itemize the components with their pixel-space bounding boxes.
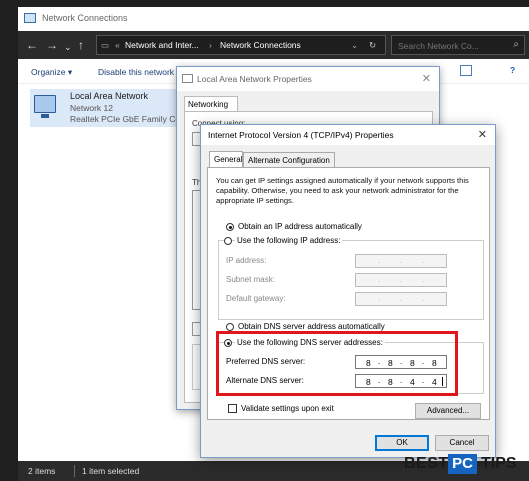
cancel-button[interactable]: Cancel: [435, 435, 489, 451]
dialog-title: Internet Protocol Version 4 (TCP/IPv4) P…: [208, 130, 394, 140]
help-icon[interactable]: ?: [510, 65, 515, 75]
tab-networking[interactable]: Networking: [184, 96, 238, 112]
network-adapter-icon: [34, 95, 56, 118]
forward-arrow-icon[interactable]: →: [46, 39, 58, 51]
obtain-dns-label[interactable]: Obtain DNS server address automatically: [238, 322, 385, 331]
window-titlebar: Network Connections: [18, 7, 529, 31]
watermark-tips: TIPS: [481, 455, 517, 472]
item-count: 2 items: [28, 466, 56, 476]
status-divider: [74, 465, 75, 477]
network-adapter-icon: [182, 74, 193, 83]
watermark-best: BEST: [404, 455, 449, 472]
default-gateway-label: Default gateway:: [226, 294, 286, 303]
organize-menu[interactable]: Organize ▾: [31, 67, 72, 78]
view-options-icon[interactable]: [460, 65, 472, 76]
dialog-titlebar: Internet Protocol Version 4 (TCP/IPv4) P…: [201, 125, 495, 145]
address-bar-row: ← → ⌄ ↑ ▭ « Network and Inter... › Netwo…: [18, 31, 529, 59]
dns-highlight-box: [216, 331, 458, 396]
close-icon[interactable]: ✕: [478, 128, 487, 141]
watermark-pc: PC: [448, 454, 477, 474]
subnet-mask-field: ...: [355, 273, 447, 287]
tab-alternate-configuration[interactable]: Alternate Configuration: [243, 152, 335, 168]
ip-address-field: ...: [355, 254, 447, 268]
address-box[interactable]: ▭ « Network and Inter... › Network Conne…: [96, 35, 386, 55]
ok-button[interactable]: OK: [375, 435, 429, 451]
search-box[interactable]: ⌕: [391, 35, 525, 55]
search-input[interactable]: [396, 39, 506, 52]
network-folder-icon: ▭: [101, 40, 110, 50]
subnet-mask-label: Subnet mask:: [226, 275, 275, 284]
chevron-down-icon[interactable]: ⌄: [351, 40, 358, 51]
connection-adapter: Realtek PCIe GbE Family Co: [70, 114, 181, 124]
close-icon[interactable]: ✕: [422, 72, 431, 85]
selected-count: 1 item selected: [82, 466, 140, 476]
validate-checkbox[interactable]: [228, 404, 237, 413]
tab-general[interactable]: General: [209, 151, 243, 168]
dialog-title: Local Area Network Properties: [197, 74, 312, 84]
network-folder-icon: [24, 13, 36, 23]
use-ip-label[interactable]: Use the following IP address:: [235, 236, 343, 245]
use-ip-radio[interactable]: [224, 237, 232, 245]
chevron-right-icon: ›: [209, 40, 212, 50]
chevron-down-icon[interactable]: ⌄: [64, 41, 72, 53]
back-arrow-icon[interactable]: ←: [26, 39, 38, 51]
connection-name: Local Area Network: [70, 91, 149, 101]
list-item[interactable]: Local Area Network Network 12 Realtek PC…: [30, 89, 198, 127]
breadcrumb-network-internet[interactable]: Network and Inter...: [125, 40, 199, 50]
breadcrumb-network-connections[interactable]: Network Connections: [220, 40, 301, 50]
obtain-ip-label[interactable]: Obtain an IP address automatically: [238, 222, 362, 231]
up-arrow-icon[interactable]: ↑: [78, 39, 84, 51]
validate-label[interactable]: Validate settings upon exit: [241, 404, 334, 413]
window-title: Network Connections: [42, 13, 128, 23]
default-gateway-field: ...: [355, 292, 447, 306]
ip-address-label: IP address:: [226, 256, 267, 265]
search-icon: ⌕: [513, 39, 519, 50]
bestpctips-watermark: BEST PC TIPS: [404, 452, 526, 478]
connection-network: Network 12: [70, 103, 113, 113]
dialog-titlebar: Local Area Network Properties ✕: [177, 67, 439, 91]
obtain-dns-radio[interactable]: [226, 323, 234, 331]
description-text: You can get IP settings assigned automat…: [216, 176, 469, 205]
advanced-button[interactable]: Advanced...: [415, 403, 481, 419]
refresh-icon[interactable]: ↻: [369, 40, 376, 51]
ipv4-properties-dialog: Internet Protocol Version 4 (TCP/IPv4) P…: [200, 124, 496, 458]
breadcrumb-overflow[interactable]: «: [115, 40, 120, 50]
disable-network-button[interactable]: Disable this network: [98, 67, 174, 77]
obtain-ip-radio[interactable]: [226, 223, 234, 231]
